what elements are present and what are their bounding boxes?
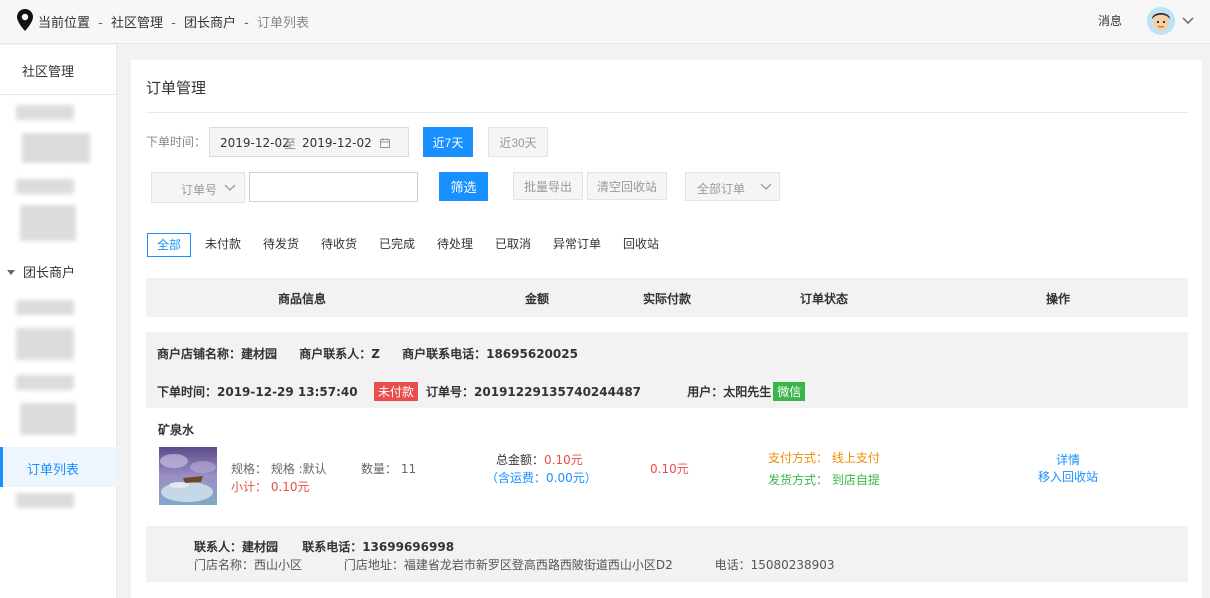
product-name: 矿泉水 (158, 423, 195, 437)
product-subtotal: 小计： 0.10元 (231, 480, 310, 494)
sidebar-item-blurred[interactable] (20, 403, 76, 435)
sidebar-item-blurred[interactable] (16, 105, 74, 120)
caret-down-icon (7, 270, 15, 275)
tab-all[interactable]: 全部 (147, 233, 192, 257)
top-bar: 当前位置 - 社区管理 - 团长商户 - 订单列表 消息 (0, 0, 1210, 44)
clear-recycle-bin-button[interactable]: 清空回收站 (587, 172, 667, 200)
column-header: 实际付款 (643, 292, 692, 306)
breadcrumb-current: 订单列表 (257, 16, 310, 31)
sidebar-group-merchant[interactable]: 团长商户 (7, 262, 75, 281)
chevron-down-icon (224, 184, 236, 191)
column-header: 金额 (525, 292, 550, 306)
order-user: 用户：太阳先生 (687, 385, 772, 399)
sidebar-item-blurred[interactable] (16, 328, 74, 360)
sidebar-item-blurred[interactable] (16, 300, 74, 315)
date-end[interactable]: 2019-12-02 (302, 136, 372, 150)
order-number: 订单号：20191229135740244487 (426, 385, 642, 399)
date-start[interactable]: 2019-12-02 (220, 136, 290, 150)
batch-export-button[interactable]: 批量导出 (513, 172, 583, 200)
shop-phone: 商户联系电话：18695620025 (402, 347, 578, 361)
breadcrumb: 当前位置 - 社区管理 - 团长商户 - 订单列表 (38, 16, 310, 31)
filter-button[interactable]: 筛选 (439, 172, 488, 201)
tab-abnormal[interactable]: 异常订单 (553, 233, 601, 257)
date-range-picker[interactable]: 2019-12-02 至 2019-12-02 (209, 127, 409, 157)
column-header: 商品信息 (278, 292, 327, 306)
page-title: 订单管理 (146, 79, 207, 97)
actual-paid: 0.10元 (650, 462, 689, 476)
breadcrumb-item-community[interactable]: 社区管理 (111, 16, 163, 31)
chevron-down-icon (760, 183, 772, 190)
product-image[interactable] (159, 447, 217, 505)
sidebar-divider (0, 94, 117, 95)
user-avatar-icon (1147, 7, 1175, 35)
shipping-method: 发货方式： 到店自提 (768, 473, 880, 487)
breadcrumb-label: 当前位置 (38, 16, 91, 31)
column-header: 操作 (1046, 292, 1071, 306)
messages-link[interactable]: 消息 (1098, 12, 1122, 29)
avatar[interactable] (1147, 7, 1175, 35)
payment-method: 支付方式： 线上支付 (768, 451, 880, 465)
sidebar: 社区管理 团长商户 订单列表 (0, 45, 117, 598)
sidebar-item-blurred[interactable] (20, 205, 76, 241)
sidebar-item-blurred[interactable] (22, 133, 90, 163)
last-30-days-button[interactable]: 近30天 (488, 127, 548, 157)
sidebar-item-order-list[interactable]: 订单列表 (0, 447, 117, 487)
location-pin-icon (17, 9, 33, 31)
order-field-select[interactable]: 订单号 (151, 172, 245, 203)
sidebar-item-blurred[interactable] (16, 493, 74, 508)
date-separator: 至 (284, 137, 297, 151)
tab-to-receive[interactable]: 待收货 (321, 233, 357, 257)
contact-phone: 联系电话：13699696998 (302, 540, 455, 554)
tab-recycle-bin[interactable]: 回收站 (623, 233, 659, 257)
sidebar-title: 社区管理 (22, 65, 75, 80)
contact-info: 联系人：建材园 联系电话：13699696998 门店名称：西山小区 门店地址：… (146, 526, 1188, 582)
store-name: 门店名称：西山小区 (194, 558, 303, 572)
sidebar-item-blurred[interactable] (16, 179, 74, 194)
tab-pending[interactable]: 待处理 (437, 233, 473, 257)
main-panel: 订单管理 下单时间： 2019-12-02 至 2019-12-02 近7天 近… (131, 60, 1202, 598)
breadcrumb-item-merchant[interactable]: 团长商户 (184, 16, 236, 31)
product-quantity: 数量： 11 (361, 462, 417, 476)
tab-to-ship[interactable]: 待发货 (263, 233, 299, 257)
order-header: 商户店铺名称：建材园 商户联系人：Z 商户联系电话：18695620025 下单… (146, 332, 1188, 408)
tab-unpaid[interactable]: 未付款 (205, 233, 241, 257)
tab-completed[interactable]: 已完成 (379, 233, 415, 257)
move-to-recycle-link[interactable]: 移入回收站 (1038, 468, 1098, 485)
order-time: 下单时间：2019-12-29 13:57:40 (157, 385, 358, 399)
sidebar-item-blurred[interactable] (16, 375, 74, 390)
contact-person: 联系人：建材园 (194, 540, 279, 554)
chevron-down-icon[interactable] (1181, 13, 1195, 27)
store-address: 门店地址：福建省龙岩市新罗区登高西路西陂街道西山小区D2 (343, 558, 673, 572)
status-badge: 未付款 (373, 382, 418, 401)
order-type-select[interactable]: 全部订单 (685, 172, 780, 201)
calendar-icon (380, 138, 390, 148)
product-spec: 规格： 规格 :默认 (231, 462, 327, 476)
wechat-badge: 微信 (773, 382, 806, 401)
shop-name: 商户店铺名称：建材园 (157, 347, 278, 361)
tab-cancelled[interactable]: 已取消 (495, 233, 531, 257)
divider (146, 112, 1188, 113)
shop-contact: 商户联系人：Z (299, 347, 380, 361)
table-header: 商品信息 金额 实际付款 订单状态 操作 (146, 278, 1188, 317)
order-time-label: 下单时间： (146, 135, 207, 149)
order-total: 总金额：0.10元 (496, 453, 583, 467)
order-freight: （含运费：0.00元） (486, 471, 597, 485)
last-7-days-button[interactable]: 近7天 (423, 127, 473, 157)
search-input[interactable] (249, 172, 418, 202)
store-phone: 电话：15080238903 (714, 558, 835, 572)
detail-link[interactable]: 详情 (1056, 451, 1080, 468)
column-header: 订单状态 (800, 292, 849, 306)
